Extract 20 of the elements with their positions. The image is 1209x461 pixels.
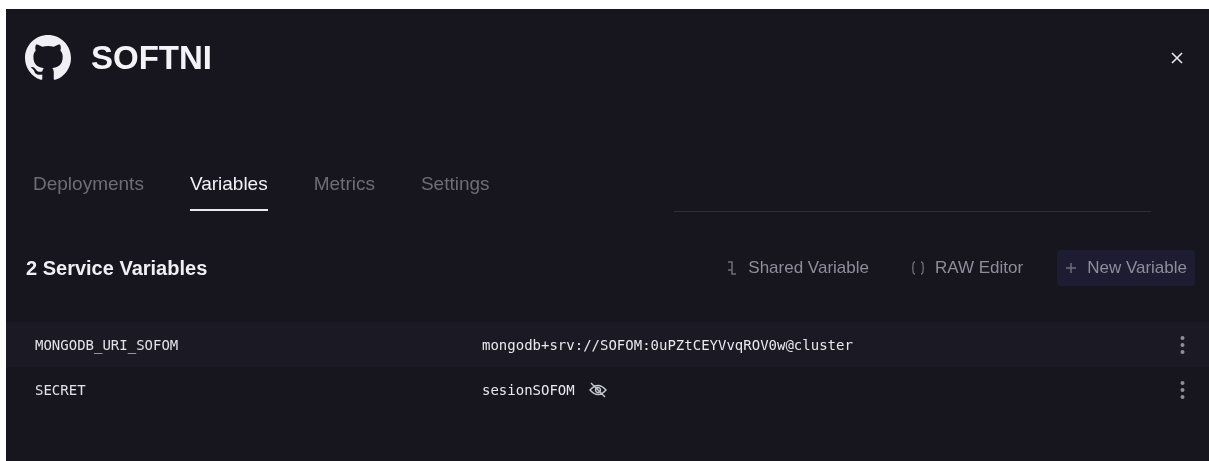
github-icon <box>25 35 71 81</box>
action-button[interactable]: RAW Editor <box>903 250 1032 286</box>
kebab-icon <box>1180 379 1185 400</box>
braces-icon <box>911 261 925 275</box>
section-title: 2 Service Variables <box>26 256 209 280</box>
plus-icon <box>1065 262 1078 274</box>
tab[interactable]: Deployments <box>33 169 144 211</box>
variable-value: sesionSOFOM <box>482 381 575 398</box>
variable-name: SECRET <box>35 381 87 398</box>
project-title: SOFTNI <box>91 39 213 77</box>
tab[interactable]: Variables <box>189 169 268 211</box>
tab[interactable]: Metrics <box>313 169 375 211</box>
eye-off-icon[interactable] <box>588 381 607 398</box>
close-icon <box>1171 52 1183 64</box>
kebab-icon <box>1180 334 1185 355</box>
variable-name: MONGODB_URI_SOFOM <box>35 336 180 353</box>
variable-value: mongodb+srv://SOFOM:0uPZtCEYVvqROV0w@cluster <box>482 336 853 353</box>
action-button[interactable]: Shared Variable <box>718 250 877 286</box>
tab[interactable]: Settings <box>420 169 490 211</box>
action-button[interactable]: New Variable <box>1057 250 1195 286</box>
